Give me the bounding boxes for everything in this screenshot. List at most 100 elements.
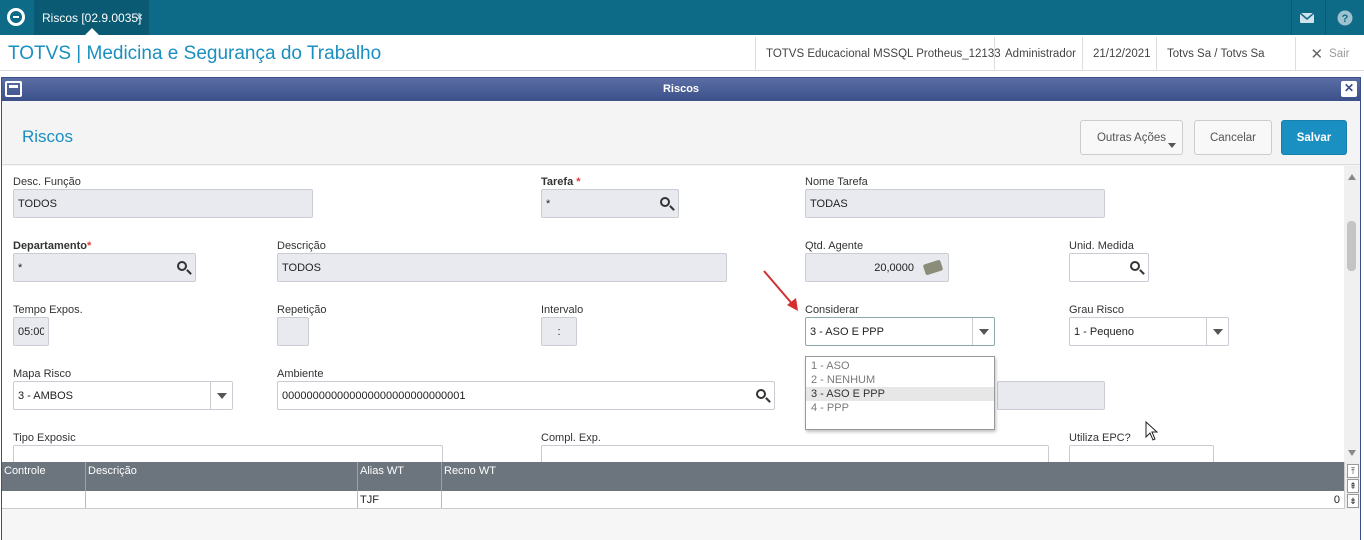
tempo-expos-field[interactable]: 05:00: [13, 317, 49, 346]
desc-funcao-label: Desc. Função: [13, 176, 81, 188]
date-label: 21/12/2021: [1082, 37, 1161, 71]
mapa-risco-select[interactable]: 3 - AMBOS: [13, 381, 233, 410]
dialog-close-button[interactable]: ✕: [1341, 81, 1357, 97]
mail-icon[interactable]: [1292, 0, 1322, 35]
nome-tarefa-field[interactable]: TODAS: [805, 189, 1105, 218]
qtd-agente-value: 20,0000: [874, 261, 914, 274]
tab-label: Riscos [02.9.0035]: [42, 11, 142, 25]
tarefa-label-text: Tarefa: [541, 176, 574, 188]
search-icon[interactable]: [177, 261, 187, 271]
considerar-value: 3 - ASO E PPP: [810, 325, 884, 338]
mapa-risco-label: Mapa Risco: [13, 368, 72, 380]
divider: [1325, 0, 1326, 35]
considerar-option[interactable]: 2 - NENHUM: [806, 373, 994, 387]
considerar-select[interactable]: 3 - ASO E PPP: [805, 317, 995, 346]
qtd-agente-field[interactable]: 20,0000: [805, 253, 949, 282]
exit-button[interactable]: ✕ Sair: [1295, 37, 1364, 71]
dialog-title: Riscos: [662, 83, 700, 95]
outras-acoes-button[interactable]: Outras Ações: [1080, 120, 1183, 155]
riscos-dialog: Riscos ✕ Riscos Outras Ações Cancelar Sa…: [1, 77, 1361, 540]
search-icon[interactable]: [660, 197, 670, 207]
tarefa-label: Tarefa *: [541, 176, 581, 188]
tarefa-field[interactable]: *: [541, 189, 679, 218]
intervalo-label: Intervalo: [541, 304, 584, 316]
user-label: Administrador: [994, 37, 1086, 71]
help-icon[interactable]: ?: [1330, 0, 1360, 35]
column-alias-wt[interactable]: Alias WT: [358, 462, 442, 491]
compl-exp-label: Compl. Exp.: [541, 432, 601, 444]
departamento-value: *: [18, 261, 23, 274]
desc-funcao-value: TODOS: [18, 197, 57, 210]
utiliza-epc-label: Utiliza EPC?: [1069, 432, 1131, 444]
considerar-dropdown-list: 1 - ASO 2 - NENHUM 3 - ASO E PPP 4 - PPP: [805, 356, 995, 430]
compl-exp-field[interactable]: [541, 445, 1049, 462]
form-title: Riscos: [22, 127, 74, 146]
cell-recno-wt: 0: [1333, 494, 1340, 506]
scroll-up-icon[interactable]: [1348, 174, 1356, 180]
ambiente-field[interactable]: 000000000000000000000000000001: [277, 381, 775, 410]
column-recno-wt[interactable]: Recno WT: [442, 462, 1344, 491]
grau-risco-value: 1 - Pequeno: [1074, 325, 1134, 338]
form-body: Desc. Função TODOS Tarefa * * Nome Taref…: [2, 166, 1344, 462]
dialog-header: Riscos ✕: [2, 78, 1360, 101]
cell-descricao: [86, 491, 358, 508]
grau-risco-select[interactable]: 1 - Pequeno: [1069, 317, 1229, 346]
close-tab-icon[interactable]: ×: [136, 10, 143, 24]
totvs-logo-icon[interactable]: [7, 8, 25, 26]
descricao-field[interactable]: TODOS: [277, 253, 727, 282]
form-header: Riscos Outras Ações Cancelar Salvar: [2, 101, 1360, 165]
first-record-icon[interactable]: ⤒: [1347, 464, 1359, 478]
descricao-label: Descrição: [277, 240, 326, 252]
salvar-button[interactable]: Salvar: [1281, 120, 1347, 155]
utiliza-epc-select[interactable]: [1069, 445, 1214, 462]
table-row[interactable]: TJF 0: [2, 491, 1344, 509]
departamento-field[interactable]: *: [13, 253, 196, 282]
nome-tarefa-label: Nome Tarefa: [805, 176, 868, 188]
search-icon[interactable]: [1130, 261, 1140, 271]
form-scrollbar[interactable]: [1344, 166, 1360, 462]
desc-funcao-field[interactable]: TODOS: [13, 189, 313, 218]
exit-label: Sair: [1329, 48, 1350, 60]
intervalo-value: :: [557, 325, 561, 338]
environment-label: TOTVS Educacional MSSQL Protheus_12133: [755, 37, 1011, 71]
previous-record-icon[interactable]: ⇞: [1347, 479, 1359, 493]
chevron-down-icon[interactable]: [1206, 318, 1228, 345]
column-descricao[interactable]: Descrição: [86, 462, 358, 491]
top-bar: Riscos [02.9.0035] × ?: [0, 0, 1364, 35]
repeticao-label: Repetição: [277, 304, 327, 316]
grid-nav: ⤒ ⇞ ⇟: [1344, 462, 1360, 509]
cancelar-button[interactable]: Cancelar: [1194, 120, 1272, 155]
scroll-down-icon[interactable]: [1348, 450, 1356, 456]
next-record-icon[interactable]: ⇟: [1347, 494, 1359, 508]
tipo-exposic-label: Tipo Exposic: [13, 432, 76, 444]
unid-medida-label: Unid. Medida: [1069, 240, 1134, 252]
ambiente-label: Ambiente: [277, 368, 324, 380]
departamento-label: Departamento*: [13, 240, 91, 252]
considerar-option[interactable]: 4 - PPP: [806, 401, 994, 415]
tab-active-indicator: [85, 28, 99, 35]
cancelar-label: Cancelar: [1209, 131, 1257, 144]
calculator-icon[interactable]: [922, 259, 944, 276]
search-icon[interactable]: [756, 389, 766, 399]
cell-alias-wt: TJF: [358, 491, 442, 508]
departamento-label-text: Departamento: [13, 240, 87, 252]
considerar-option[interactable]: 1 - ASO: [806, 359, 994, 373]
ambiente-value: 000000000000000000000000000001: [282, 389, 466, 402]
outras-acoes-label: Outras Ações: [1096, 131, 1167, 144]
chevron-down-icon[interactable]: [972, 318, 994, 345]
tempo-expos-value: 05:00: [18, 325, 44, 338]
tab-riscos[interactable]: Riscos [02.9.0035] ×: [34, 0, 149, 35]
salvar-label: Salvar: [1296, 131, 1332, 144]
intervalo-field[interactable]: :: [541, 317, 577, 346]
window-icon: [5, 81, 22, 97]
tempo-expos-label: Tempo Expos.: [13, 304, 83, 316]
considerar-option-selected[interactable]: 3 - ASO E PPP: [806, 387, 994, 401]
scroll-thumb[interactable]: [1347, 221, 1356, 271]
app-title: TOTVS | Medicina e Segurança do Trabalho: [8, 43, 382, 64]
ambiente-desc-field[interactable]: [997, 381, 1105, 410]
column-controle[interactable]: Controle: [2, 462, 86, 491]
tipo-exposic-select[interactable]: [13, 445, 443, 462]
repeticao-field[interactable]: [277, 317, 309, 346]
unid-medida-field[interactable]: [1069, 253, 1149, 282]
chevron-down-icon[interactable]: [210, 382, 232, 409]
